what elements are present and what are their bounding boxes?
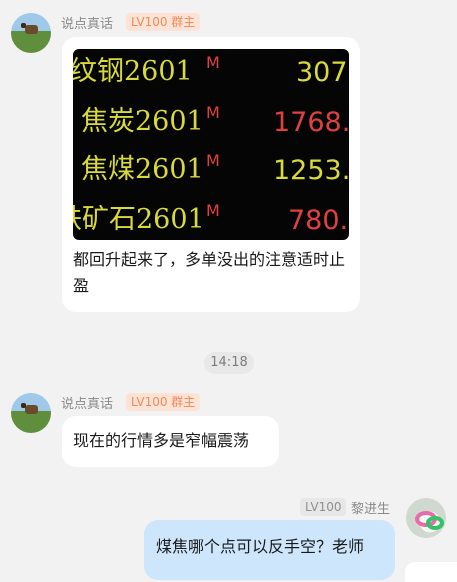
level-badge: LV100 <box>300 498 347 516</box>
quote-name: 铁矿石2601 <box>73 204 205 235</box>
sender-avatar[interactable] <box>11 13 51 53</box>
quote-name: 焦炭2601 <box>81 106 204 137</box>
sender-avatar[interactable] <box>406 498 446 538</box>
next-bubble-edge <box>405 562 457 582</box>
quote-row: 焦煤2601 M 1253.0 <box>73 149 349 197</box>
quote-row: 铁矿石2601 M 780.5 <box>73 199 349 240</box>
message-text: 煤焦哪个点可以反手空？老师 <box>156 537 365 556</box>
message-text: 现在的行情多是窄幅震荡 <box>73 431 250 450</box>
quote-flag: M <box>206 53 220 72</box>
quote-flag: M <box>206 151 220 170</box>
sender-name[interactable]: 说点真话 <box>61 393 113 412</box>
avatar-image <box>21 403 38 414</box>
owner-badge: LV100 群主 <box>126 393 201 411</box>
avatar-image <box>21 23 38 34</box>
avatar-image <box>426 516 444 530</box>
message-bubble[interactable]: 现在的行情多是窄幅震荡 <box>62 416 279 467</box>
timestamp: 14:18 <box>204 352 254 374</box>
quote-flag: M <box>206 103 220 122</box>
message-bubble[interactable]: 煤焦哪个点可以反手空？老师 <box>144 520 395 580</box>
sender-name[interactable]: 说点真话 <box>61 13 113 32</box>
quote-row: 螺纹钢2601 M 3077 <box>73 51 349 99</box>
quote-name: 焦煤2601 <box>81 154 204 185</box>
quote-value: 780.5 <box>288 205 349 236</box>
sender-avatar[interactable] <box>11 393 51 433</box>
quote-value: 3077 <box>296 57 349 88</box>
owner-badge: LV100 群主 <box>126 13 201 31</box>
quote-image[interactable]: 螺纹钢2601 M 3077 焦炭2601 M 1768.5 焦煤2601 M … <box>73 49 349 240</box>
quote-value: 1768.5 <box>273 107 349 138</box>
message-text: 都回升起来了，多单没出的注意适时止盈 <box>73 250 346 295</box>
quote-row: 焦炭2601 M 1768.5 <box>73 101 349 149</box>
quote-value: 1253.0 <box>273 155 349 186</box>
quote-flag: M <box>206 201 220 220</box>
sender-name[interactable]: 黎进生 <box>351 498 390 517</box>
quote-name: 螺纹钢2601 <box>73 56 193 87</box>
